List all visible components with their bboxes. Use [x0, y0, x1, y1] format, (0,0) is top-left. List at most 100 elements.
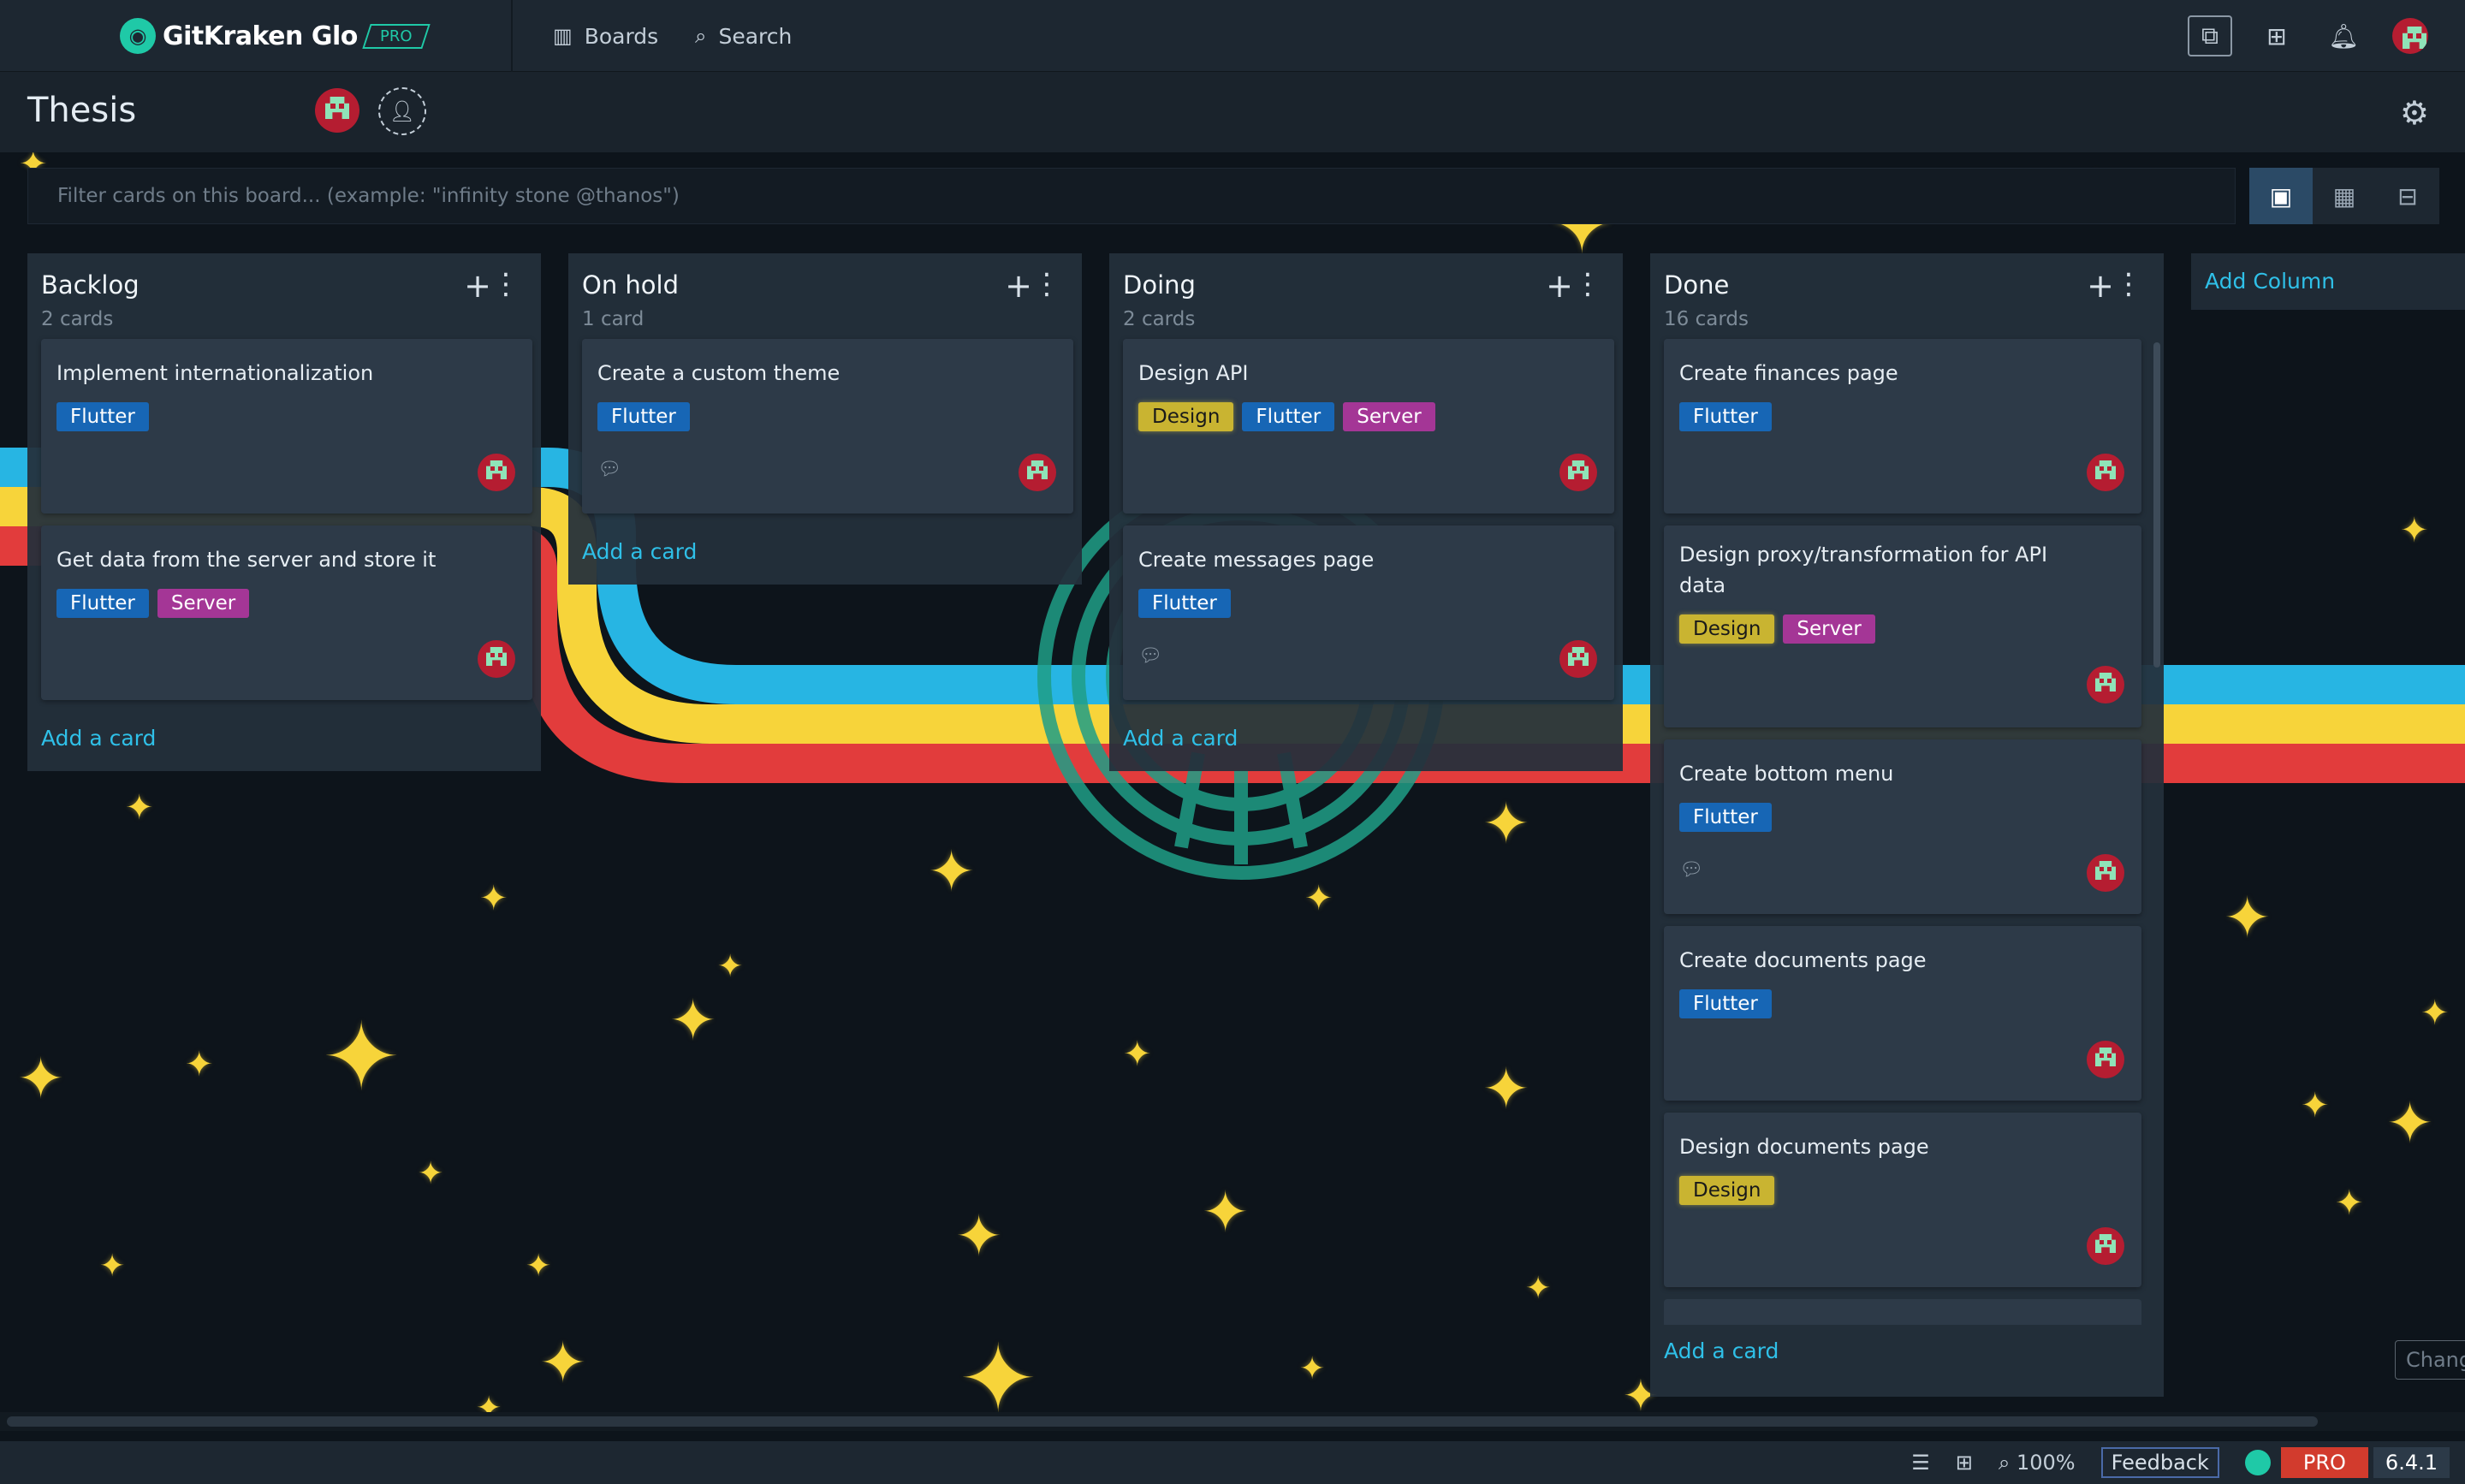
- scrollbar-thumb[interactable]: [7, 1416, 2318, 1427]
- label-flutter: Flutter: [1679, 989, 1772, 1018]
- star-decoration: ✦: [1202, 1179, 1250, 1245]
- star-decoration: ✦: [2301, 1086, 2330, 1125]
- card-labels: Flutter: [597, 402, 1058, 431]
- label-server: Server: [157, 589, 250, 618]
- add-column-button[interactable]: Add Column: [2191, 253, 2465, 310]
- add-member-button[interactable]: 👤︎: [378, 87, 426, 135]
- add-card-plus-icon[interactable]: +: [2087, 267, 2114, 305]
- star-decoration: ✦: [1299, 1351, 1326, 1386]
- assignee-avatar: [1559, 454, 1597, 491]
- assignee-avatar: [478, 454, 515, 491]
- list-icon[interactable]: ☰: [1911, 1451, 1930, 1475]
- card[interactable]: Design API Design Flutter Server: [1123, 339, 1614, 513]
- view-toggle: ▣ ▦ ⊟: [2249, 168, 2439, 224]
- card[interactable]: Create messages page Flutter 💬︎: [1123, 525, 1614, 700]
- column-title[interactable]: Doing: [1123, 270, 1609, 300]
- column-doing: Doing 2 cards + ⋮ Design API Design Flut…: [1109, 253, 1623, 771]
- card[interactable]: Create finances page Flutter: [1664, 339, 2141, 513]
- search-nav-button[interactable]: ⌕ Search: [695, 19, 792, 53]
- star-decoration: ✦: [1304, 879, 1333, 918]
- version-badge: 6.4.1: [2373, 1447, 2450, 1478]
- search-icon: ⌕: [695, 24, 707, 48]
- gear-icon: ⚙: [2399, 94, 2429, 132]
- zoom-icon: ⌕: [1998, 1451, 2011, 1475]
- more-options-icon[interactable]: ⋮: [1573, 267, 1602, 301]
- horizontal-scrollbar[interactable]: [0, 1412, 2465, 1431]
- add-card-plus-icon[interactable]: +: [464, 267, 491, 305]
- card[interactable]: Get data from the server and store it Fl…: [41, 525, 532, 700]
- star-decoration: ✦: [2420, 994, 2450, 1033]
- label-flutter: Flutter: [1138, 589, 1231, 618]
- app-name: GitKraken Glo: [163, 21, 358, 51]
- gift-button[interactable]: ⊞: [2254, 15, 2299, 56]
- top-navigation-bar: ◉ GitKraken Glo PRO ▥ Boards ⌕ Search ⧉ …: [0, 0, 2465, 72]
- column-card-count: 2 cards: [41, 308, 114, 330]
- card-labels: Design Server: [1679, 614, 2126, 644]
- gift-icon[interactable]: ⊞: [1956, 1451, 1973, 1475]
- column-scrollbar[interactable]: [2153, 342, 2160, 668]
- boards-nav-button[interactable]: ▥ Boards: [553, 19, 658, 53]
- add-card-button[interactable]: Add a card: [1650, 1337, 2164, 1384]
- pro-badge: PRO: [362, 23, 431, 49]
- notifications-button[interactable]: 🔔︎: [2321, 15, 2366, 56]
- card-title: Create messages page: [1138, 548, 1375, 572]
- label-design: Design: [1679, 1176, 1775, 1205]
- timeline-view-button[interactable]: ⊟: [2376, 168, 2439, 224]
- avatar: [2392, 18, 2428, 54]
- star-decoration: ✦: [526, 1249, 552, 1284]
- card-partial[interactable]: [1664, 1299, 2141, 1325]
- add-card-button[interactable]: Add a card: [27, 712, 541, 771]
- zoom-control[interactable]: ⌕ 100%: [1999, 1451, 2076, 1475]
- column-title[interactable]: Backlog: [41, 270, 527, 300]
- label-flutter: Flutter: [56, 402, 149, 431]
- feedback-button[interactable]: Feedback: [2100, 1447, 2219, 1478]
- star-decoration: ✦: [928, 839, 976, 905]
- gift-icon: ⊞: [2266, 21, 2287, 50]
- external-link-button[interactable]: ⧉: [2188, 15, 2232, 56]
- board-header: Thesis 👤︎ ⚙: [0, 72, 2465, 152]
- label-flutter: Flutter: [56, 589, 149, 618]
- card[interactable]: Design proxy/transformation for API data…: [1664, 525, 2141, 727]
- calendar-icon: ▦: [2332, 181, 2356, 211]
- column-card-count: 16 cards: [1664, 308, 1749, 330]
- star-decoration: ✦: [717, 949, 744, 984]
- card[interactable]: Create documents page Flutter: [1664, 926, 2141, 1101]
- column-title[interactable]: On hold: [582, 270, 1068, 300]
- user-avatar-button[interactable]: [2388, 15, 2432, 56]
- more-options-icon[interactable]: ⋮: [2114, 267, 2143, 301]
- bell-icon: 🔔︎: [2328, 21, 2359, 50]
- board-view-button[interactable]: ▣: [2249, 168, 2313, 224]
- column-title[interactable]: Done: [1664, 270, 2150, 300]
- star-decoration: ✦: [1482, 1056, 1530, 1122]
- card-labels: Design: [1679, 1176, 2126, 1205]
- add-card-button[interactable]: Add a card: [568, 525, 1082, 585]
- change-tab[interactable]: Chang: [2395, 1340, 2465, 1380]
- board-member-avatar[interactable]: [315, 88, 359, 133]
- card[interactable]: Implement internationalization Flutter: [41, 339, 532, 513]
- card-title: Create a custom theme: [597, 361, 840, 385]
- column-header: On hold 1 card + ⋮: [568, 253, 1082, 339]
- filter-cards-input[interactable]: Filter cards on this board... (example: …: [27, 168, 2236, 224]
- card[interactable]: Create a custom theme Flutter 💬︎: [582, 339, 1073, 513]
- star-decoration: ✦: [322, 1002, 401, 1112]
- board-settings-button[interactable]: ⚙: [2400, 94, 2429, 132]
- card[interactable]: Create bottom menu Flutter 💬︎: [1664, 739, 2141, 914]
- add-card-plus-icon[interactable]: +: [1005, 267, 1032, 305]
- more-options-icon[interactable]: ⋮: [1032, 267, 1061, 301]
- add-card-button[interactable]: Add a card: [1109, 712, 1623, 771]
- card-labels: Design Flutter Server: [1138, 402, 1599, 431]
- assignee-avatar: [478, 640, 515, 678]
- star-decoration: ✦: [418, 1156, 444, 1191]
- board-title[interactable]: Thesis: [27, 91, 136, 130]
- column-header: Done 16 cards + ⋮: [1650, 253, 2164, 339]
- calendar-view-button[interactable]: ▦: [2313, 168, 2376, 224]
- card-labels: Flutter: [1679, 803, 2126, 832]
- gitkraken-icon: [2244, 1450, 2271, 1475]
- card[interactable]: Design documents page Design: [1664, 1113, 2141, 1287]
- add-card-plus-icon[interactable]: +: [1546, 267, 1573, 305]
- pro-status-badge[interactable]: PRO: [2280, 1447, 2368, 1478]
- external-link-icon: ⧉: [2201, 21, 2218, 50]
- more-options-icon[interactable]: ⋮: [491, 267, 520, 301]
- comment-icon: 💬︎: [1679, 859, 1703, 881]
- app-logo[interactable]: ◉ GitKraken Glo PRO: [120, 15, 431, 56]
